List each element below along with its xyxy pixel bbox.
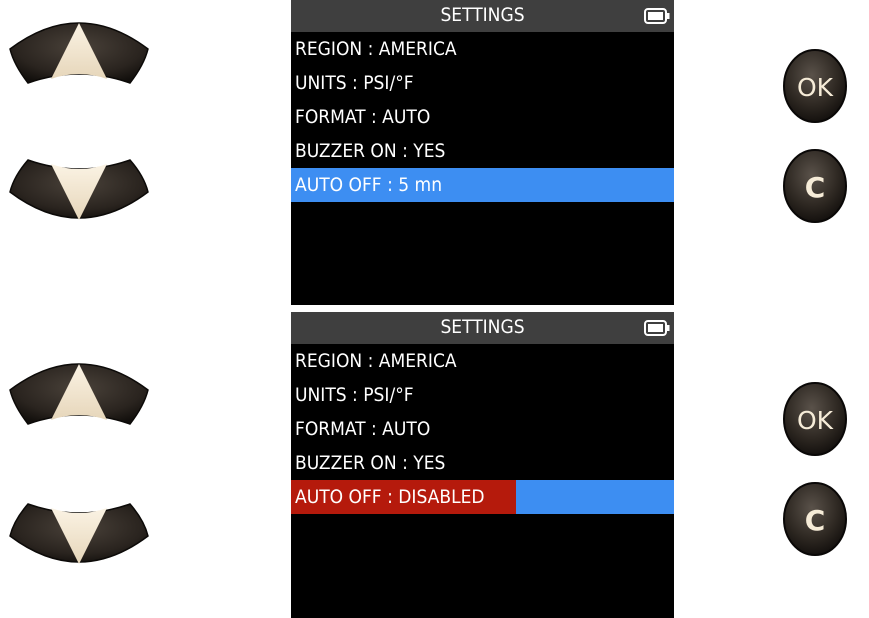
battery-icon	[644, 8, 670, 24]
menu-item-units[interactable]: UNITS : PSI/°F	[291, 378, 674, 412]
down-arrow-button[interactable]	[6, 484, 152, 580]
battery-icon	[644, 320, 670, 336]
settings-menu: REGION : AMERICA UNITS : PSI/°F FORMAT :…	[291, 344, 674, 514]
device-screen: SETTINGS REGION : AMERICA UNITS : PSI/°F…	[291, 312, 674, 618]
title-bar: SETTINGS	[291, 0, 674, 32]
ok-button[interactable]: OK	[782, 48, 848, 124]
down-arrow-icon	[9, 503, 149, 564]
menu-item-auto-off[interactable]: AUTO OFF : DISABLED	[291, 480, 674, 514]
up-arrow-button[interactable]	[6, 348, 152, 444]
settings-menu: REGION : AMERICA UNITS : PSI/°F FORMAT :…	[291, 32, 674, 202]
ok-label: OK	[797, 73, 834, 102]
down-arrow-button[interactable]	[6, 140, 152, 236]
cancel-button[interactable]: C	[782, 148, 848, 224]
menu-item-format[interactable]: FORMAT : AUTO	[291, 100, 674, 134]
menu-item-format[interactable]: FORMAT : AUTO	[291, 412, 674, 446]
screen-title: SETTINGS	[440, 316, 525, 338]
cancel-button[interactable]: C	[782, 481, 848, 557]
cancel-label: C	[805, 171, 826, 204]
title-bar: SETTINGS	[291, 312, 674, 344]
menu-item-region[interactable]: REGION : AMERICA	[291, 32, 674, 66]
ok-button[interactable]: OK	[782, 381, 848, 457]
cancel-label: C	[805, 504, 826, 537]
up-arrow-button[interactable]	[6, 7, 152, 103]
device-screen: SETTINGS REGION : AMERICA UNITS : PSI/°F…	[291, 0, 674, 305]
up-arrow-icon	[9, 363, 149, 425]
ok-label: OK	[797, 406, 834, 435]
up-arrow-icon	[9, 22, 149, 84]
menu-item-region[interactable]: REGION : AMERICA	[291, 344, 674, 378]
menu-item-units[interactable]: UNITS : PSI/°F	[291, 66, 674, 100]
menu-item-buzzer[interactable]: BUZZER ON : YES	[291, 134, 674, 168]
menu-item-buzzer[interactable]: BUZZER ON : YES	[291, 446, 674, 480]
menu-item-auto-off[interactable]: AUTO OFF : 5 mn	[291, 168, 674, 202]
screen-title: SETTINGS	[440, 4, 525, 26]
auto-off-edit-field[interactable]: AUTO OFF : DISABLED	[291, 480, 516, 514]
down-arrow-icon	[9, 159, 149, 220]
